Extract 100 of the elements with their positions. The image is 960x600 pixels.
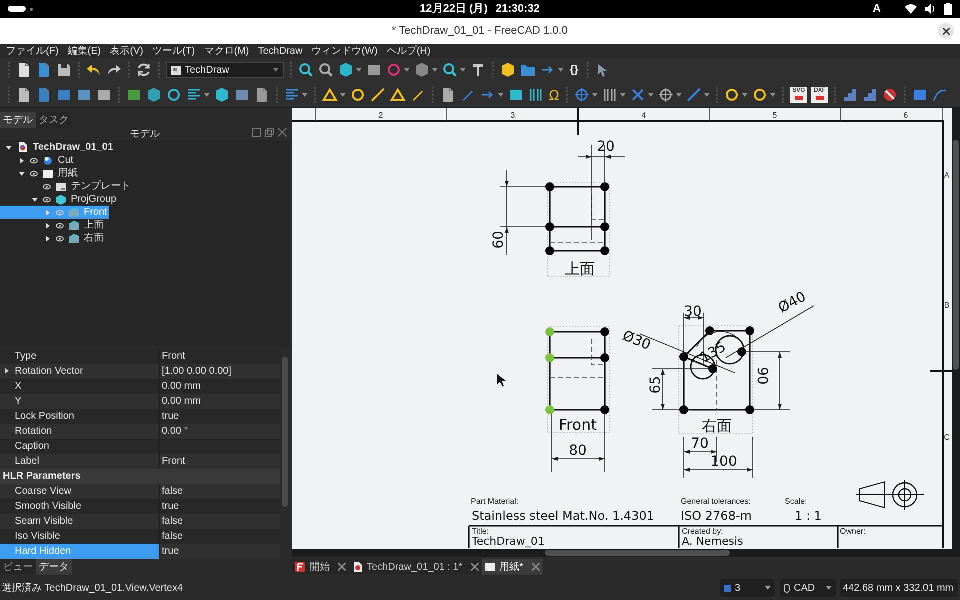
vertex-point[interactable] — [746, 406, 754, 414]
tree-item[interactable]: 用紙 — [0, 167, 80, 180]
triangle-icon[interactable] — [390, 86, 406, 102]
dimension-label[interactable]: 30 — [684, 304, 702, 320]
vertex-point[interactable] — [600, 354, 610, 362]
menu-item[interactable]: ウィンドウ(W) — [312, 44, 378, 58]
dimension-label[interactable]: 90 — [754, 367, 770, 385]
circle-icon[interactable] — [350, 86, 366, 102]
vertex-point[interactable] — [600, 406, 610, 414]
property-value[interactable]: true — [160, 499, 280, 514]
dimension-line[interactable] — [684, 436, 754, 478]
property-value[interactable]: 0.00 mm — [160, 379, 280, 394]
triangle-icon[interactable] — [322, 86, 338, 102]
dimension-label[interactable]: 100 — [710, 454, 738, 470]
close-button[interactable] — [938, 23, 954, 39]
line-icon[interactable] — [686, 86, 702, 102]
page-size-combo[interactable]: 442.68 mm x 332.01 mm — [840, 579, 958, 597]
cross-icon[interactable] — [630, 86, 646, 102]
input-method-indicator[interactable]: A — [873, 0, 881, 18]
panel-tab[interactable]: ビュー — [0, 559, 36, 575]
title-block-value[interactable]: A. Nemesis — [682, 535, 744, 548]
property-value[interactable]: Front — [160, 349, 280, 364]
dimension-label[interactable]: 20 — [597, 139, 615, 155]
expand-arrow-icon[interactable] — [4, 368, 10, 374]
eye-icon[interactable] — [43, 184, 51, 190]
vertex-point[interactable] — [738, 348, 746, 356]
property-value[interactable]: Front — [160, 454, 280, 469]
cube-icon[interactable] — [338, 62, 354, 78]
eye-icon[interactable] — [56, 222, 64, 228]
top-view-drawing[interactable] — [546, 182, 610, 256]
document-tab[interactable]: 開始 — [292, 559, 349, 575]
caret-icon[interactable] — [404, 68, 410, 72]
vertex-point[interactable] — [600, 182, 610, 192]
caret-icon[interactable] — [648, 92, 654, 96]
collapse-arrow-icon[interactable] — [31, 196, 39, 204]
eye-icon[interactable] — [56, 236, 64, 242]
dimension-label[interactable]: Ø30 — [620, 328, 653, 354]
dimension-line[interactable] — [742, 352, 790, 410]
vertex-point[interactable] — [546, 246, 554, 256]
close-icon[interactable] — [470, 563, 479, 571]
expand-arrow-icon[interactable] — [18, 156, 26, 164]
vertex-point[interactable] — [708, 364, 718, 374]
crosshair-icon[interactable] — [574, 86, 590, 102]
caret-icon[interactable] — [704, 92, 710, 96]
caret-icon[interactable] — [558, 68, 564, 72]
lines-icon[interactable] — [186, 86, 202, 102]
property-value[interactable]: true — [160, 544, 280, 559]
vertex-point[interactable] — [600, 328, 610, 336]
document-icon[interactable] — [16, 62, 32, 78]
square-icon[interactable] — [366, 62, 382, 78]
caret-icon[interactable] — [498, 92, 504, 96]
side-view-drawing[interactable] — [680, 326, 754, 414]
symbol-button[interactable]: Ω — [548, 88, 560, 102]
dimension-line[interactable] — [552, 414, 606, 472]
document-icon[interactable] — [16, 86, 32, 102]
caret-icon[interactable] — [460, 68, 466, 72]
vertex-point[interactable] — [706, 326, 714, 336]
close-icon[interactable] — [338, 563, 346, 571]
caret-icon[interactable] — [742, 92, 748, 96]
document-tab[interactable]: TechDraw_01_01 : 1* — [349, 559, 482, 575]
title-block-value[interactable]: TechDraw_01 — [472, 535, 545, 548]
navigation-style-combo[interactable]: CAD — [780, 579, 836, 597]
title-block-value[interactable]: ISO 2768-m — [681, 509, 752, 523]
expand-arrow-icon[interactable] — [44, 234, 52, 242]
tree-item[interactable]: TechDraw_01_01 — [0, 141, 116, 154]
property-value[interactable]: [1.00 0.00 0.00] — [160, 364, 280, 379]
property-value[interactable]: 0.00 mm — [160, 394, 280, 409]
layer-combo[interactable]: 3 — [720, 579, 775, 597]
document-tab[interactable]: 用紙* — [482, 559, 543, 575]
property-value[interactable]: false — [160, 514, 280, 529]
crosshair-icon[interactable] — [658, 86, 674, 102]
bars-icon[interactable] — [528, 86, 544, 102]
property-value[interactable]: true — [160, 409, 280, 424]
caret-icon[interactable] — [340, 92, 346, 96]
magnifier-icon[interactable] — [318, 62, 334, 78]
activities-icon[interactable] — [8, 6, 26, 12]
bars-icon[interactable] — [602, 86, 618, 102]
magnifier-icon[interactable] — [298, 62, 314, 78]
cube-icon[interactable] — [146, 86, 162, 102]
front-view-drawing[interactable] — [546, 328, 610, 414]
tree-item[interactable]: 上面 — [0, 219, 106, 232]
magnifier-icon[interactable] — [442, 62, 458, 78]
window-icon[interactable] — [252, 128, 261, 137]
tree-item[interactable]: テンプレート — [0, 180, 133, 193]
vertex-point[interactable] — [600, 246, 610, 256]
circle-icon[interactable] — [724, 86, 740, 102]
caret-icon[interactable] — [592, 92, 598, 96]
scrollbar-thumb[interactable] — [545, 550, 730, 556]
prohibited-icon[interactable] — [882, 86, 898, 102]
caret-icon[interactable] — [620, 92, 626, 96]
vertex-point[interactable] — [546, 222, 554, 232]
dimension-label[interactable]: 80 — [569, 443, 587, 459]
collapse-arrow-icon[interactable] — [18, 170, 26, 178]
view-label[interactable]: Front — [559, 416, 597, 434]
caret-icon[interactable] — [302, 92, 308, 96]
caret-icon[interactable] — [204, 92, 210, 96]
vertex-point[interactable] — [680, 352, 688, 362]
panel-tab[interactable]: モデル — [0, 112, 36, 128]
title-block-value[interactable]: 1 : 1 — [795, 509, 822, 523]
vertex-point[interactable] — [746, 326, 754, 336]
